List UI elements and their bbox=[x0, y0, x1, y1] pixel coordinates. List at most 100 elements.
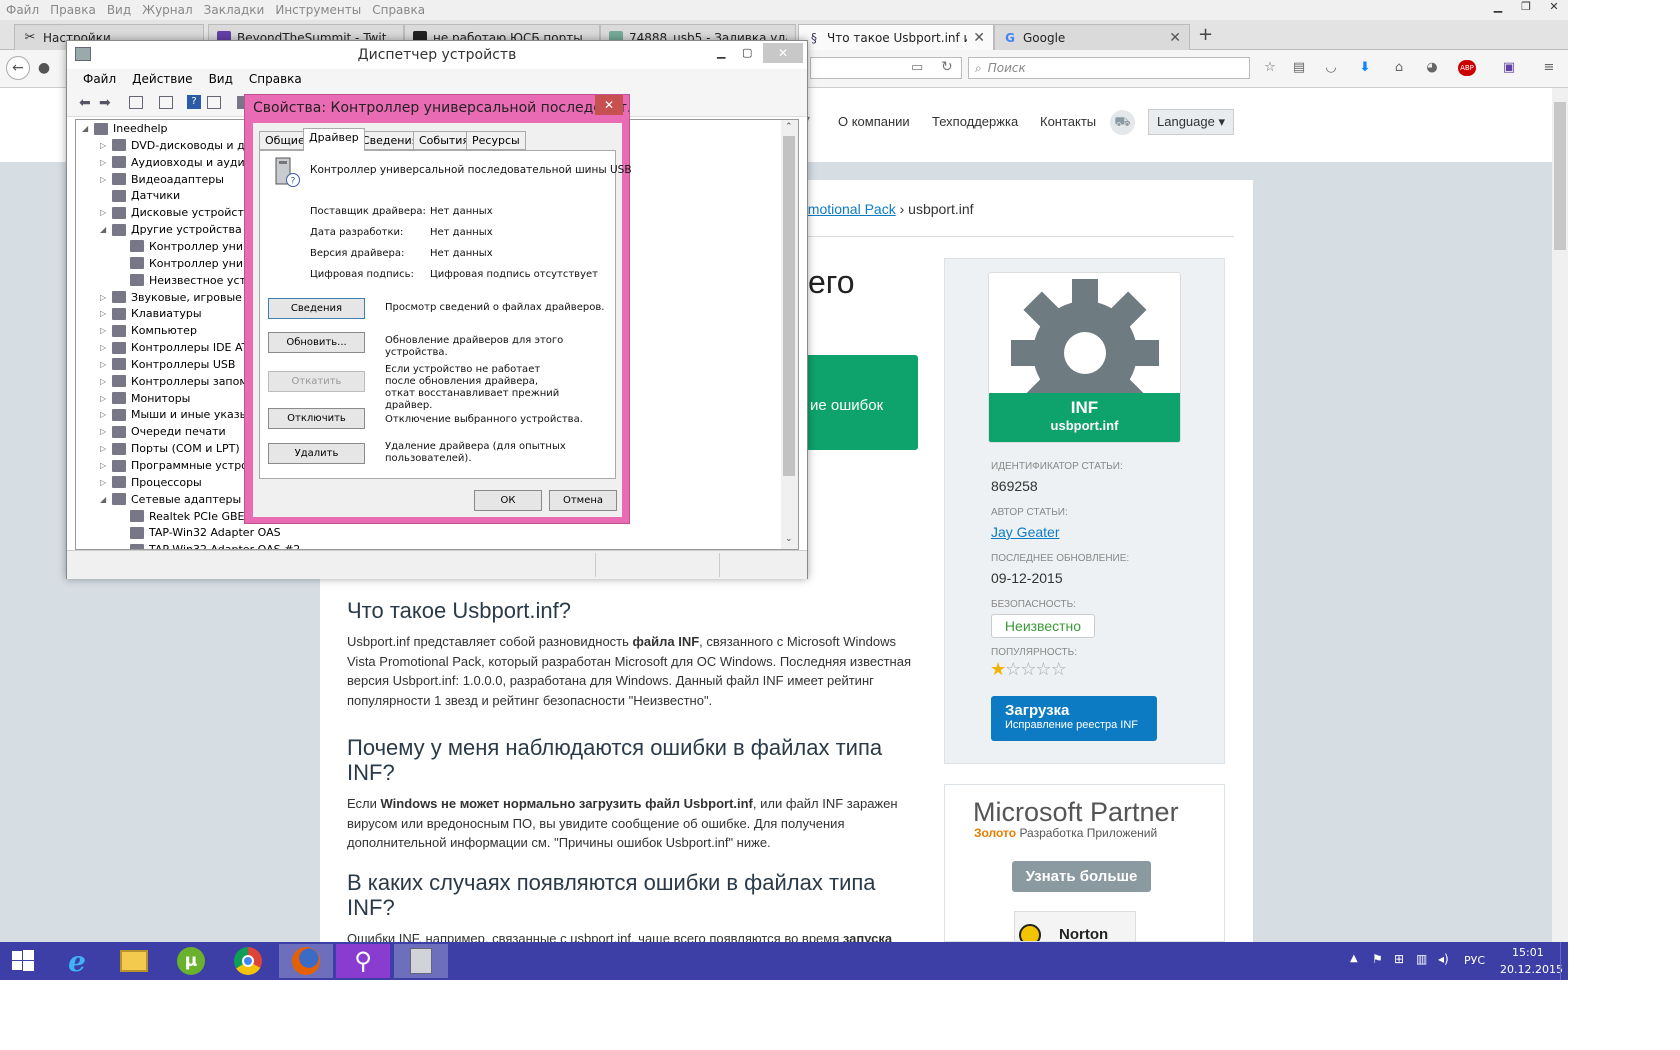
tree-node[interactable]: TAP-Win32 Adapter OAS bbox=[118, 524, 281, 541]
tree-node[interactable]: Realtek PCIe GBE F bbox=[118, 508, 254, 525]
tree-node[interactable]: Контроллер униве bbox=[118, 238, 256, 255]
tree-node[interactable]: ▷ Мыши и иные указыв bbox=[100, 406, 255, 423]
expand-arrow-icon[interactable]: ▷ bbox=[100, 343, 112, 352]
close-icon[interactable]: ✕ bbox=[595, 95, 623, 115]
tree-node[interactable]: Контроллер униве bbox=[118, 255, 256, 272]
expand-arrow-icon[interactable]: ▷ bbox=[100, 377, 112, 386]
expand-arrow-icon[interactable]: ▷ bbox=[100, 461, 112, 470]
restore-icon[interactable]: ❐ bbox=[1512, 0, 1540, 20]
pocket-icon[interactable]: ◡ bbox=[1323, 60, 1339, 76]
rollback-driver-button[interactable]: Откатить bbox=[268, 371, 365, 392]
expand-arrow-icon[interactable]: ▷ bbox=[100, 141, 112, 150]
clock-date[interactable]: 20.12.2015 bbox=[1500, 963, 1563, 976]
adblock-icon[interactable]: ABP bbox=[1458, 60, 1476, 76]
menu-view[interactable]: Вид bbox=[209, 72, 233, 86]
scrollbar-thumb[interactable] bbox=[783, 136, 795, 476]
close-icon[interactable]: ✕ bbox=[763, 43, 803, 63]
tab-resources[interactable]: Ресурсы bbox=[466, 131, 526, 150]
cancel-button[interactable]: Отмена bbox=[549, 490, 617, 511]
menu-icon[interactable]: ≡ bbox=[1541, 60, 1557, 76]
tree-node[interactable]: ▷ Дисковые устройства bbox=[100, 204, 257, 221]
tree-node[interactable]: ▷ Видеоадаптеры bbox=[100, 171, 224, 188]
windows-icon[interactable]: ⊞ bbox=[1394, 952, 1404, 966]
ok-button[interactable]: ОК bbox=[474, 490, 542, 511]
expand-arrow-icon[interactable]: ▷ bbox=[100, 175, 112, 184]
tree-node[interactable]: ▷ DVD-дисководы и дис bbox=[100, 137, 258, 154]
device-manager-app[interactable] bbox=[394, 944, 448, 978]
tree-node[interactable]: ▷ Компьютер bbox=[100, 322, 197, 339]
scroll-up-icon[interactable]: ⌃ bbox=[785, 122, 793, 132]
menu-bookmarks[interactable]: Закладки bbox=[204, 3, 265, 17]
breadcrumb-link[interactable]: omotional Pack bbox=[800, 201, 896, 217]
download-icon[interactable]: ⬇ bbox=[1357, 60, 1373, 76]
author-link[interactable]: Jay Geater bbox=[991, 524, 1059, 540]
language-button[interactable]: Language ▾ bbox=[1148, 109, 1234, 135]
tree-node[interactable]: TAP-Win32 Adapter OAS #2 bbox=[118, 541, 300, 549]
url-input[interactable]: ▭ ↻ bbox=[810, 57, 962, 79]
back-icon[interactable]: ⬅ bbox=[79, 95, 91, 111]
library-icon[interactable]: ▤ bbox=[1291, 60, 1307, 76]
new-tab-button[interactable]: + bbox=[1198, 24, 1213, 45]
expand-arrow-icon[interactable]: ▷ bbox=[100, 478, 112, 487]
show-hidden-icon[interactable]: ▲ bbox=[1350, 953, 1358, 964]
scan-icon[interactable] bbox=[207, 96, 221, 109]
tree-node[interactable]: ▷ Контроллеры запоми bbox=[100, 373, 255, 390]
maximize-icon[interactable]: ▢ bbox=[742, 39, 752, 67]
nav-about[interactable]: О компании bbox=[838, 114, 910, 129]
nav-contacts[interactable]: Контакты bbox=[1040, 114, 1096, 129]
expand-arrow-icon[interactable]: ▷ bbox=[100, 410, 112, 419]
reload-icon[interactable]: ↻ bbox=[941, 59, 953, 75]
expand-arrow-icon[interactable]: ▷ bbox=[100, 309, 112, 318]
menu-help[interactable]: Справка bbox=[372, 3, 425, 17]
close-tab-icon[interactable]: ✕ bbox=[1169, 30, 1181, 46]
tree-node[interactable]: ◢ Ineedhelp bbox=[82, 120, 168, 137]
firefox-app[interactable] bbox=[279, 944, 333, 978]
menu-view[interactable]: Вид bbox=[107, 3, 131, 17]
tree-node[interactable]: ▷ Клавиатуры bbox=[100, 305, 202, 322]
collapse-arrow-icon[interactable]: ◢ bbox=[100, 225, 112, 234]
chat-icon[interactable]: ◕ bbox=[1424, 60, 1440, 76]
utorrent-app[interactable]: µ bbox=[164, 944, 218, 978]
tree-node[interactable]: ◢ Сетевые адаптеры bbox=[100, 491, 241, 508]
tab-usbport-inf[interactable]: § Что такое Usbport.inf и к... ✕ bbox=[798, 24, 994, 50]
menu-history[interactable]: Журнал bbox=[142, 3, 193, 17]
search-app[interactable]: ⚲ bbox=[336, 944, 390, 978]
clock-time[interactable]: 15:01 bbox=[1512, 946, 1544, 959]
reader-icon[interactable]: ▭ bbox=[911, 60, 923, 75]
tree-node[interactable]: ▷ Очереди печати bbox=[100, 423, 226, 440]
collapse-arrow-icon[interactable]: ◢ bbox=[82, 124, 94, 133]
tree-node[interactable]: ◢ Другие устройства bbox=[100, 221, 242, 238]
ie-app[interactable]: e bbox=[50, 944, 104, 978]
network-icon[interactable]: ▥ bbox=[1416, 952, 1427, 966]
menu-action[interactable]: Действие bbox=[132, 72, 192, 86]
bookmark-star-icon[interactable]: ☆ bbox=[1262, 60, 1278, 76]
disable-device-button[interactable]: Отключить bbox=[268, 408, 365, 429]
repair-banner[interactable]: ие ошибок bbox=[808, 355, 918, 450]
tree-node[interactable]: ▷ Порты (COM и LPT) bbox=[100, 440, 240, 457]
search-input[interactable]: ⌕ Поиск bbox=[968, 57, 1250, 79]
expand-arrow-icon[interactable]: ▷ bbox=[100, 158, 112, 167]
scrollbar-thumb[interactable] bbox=[1554, 102, 1566, 250]
twitch-icon[interactable]: ▣ bbox=[1501, 60, 1517, 76]
expand-arrow-icon[interactable]: ▷ bbox=[100, 360, 112, 369]
action-center-icon[interactable]: ⚑ bbox=[1372, 952, 1383, 966]
nav-support[interactable]: Техподдержка bbox=[932, 114, 1018, 129]
expand-arrow-icon[interactable]: ▷ bbox=[100, 444, 112, 453]
collapse-arrow-icon[interactable]: ◢ bbox=[100, 495, 112, 504]
expand-arrow-icon[interactable]: ▷ bbox=[100, 427, 112, 436]
menu-file[interactable]: Файл bbox=[83, 72, 116, 86]
expand-arrow-icon[interactable]: ▷ bbox=[100, 293, 112, 302]
menu-help[interactable]: Справка bbox=[249, 72, 302, 86]
volume-icon[interactable]: ◂) bbox=[1438, 952, 1449, 966]
list-icon[interactable] bbox=[159, 96, 173, 109]
home-icon[interactable]: ⌂ bbox=[1391, 60, 1407, 76]
close-tab-icon[interactable]: ✕ bbox=[973, 30, 985, 46]
minimize-icon[interactable]: ▁ bbox=[717, 39, 725, 67]
minimize-icon[interactable]: ▁ bbox=[1484, 0, 1512, 20]
tree-node[interactable]: ▷ Контроллеры USB bbox=[100, 356, 235, 373]
update-driver-button[interactable]: Обновить... bbox=[268, 332, 365, 353]
explorer-app[interactable] bbox=[107, 944, 161, 978]
tab-driver[interactable]: Драйвер bbox=[303, 128, 365, 151]
back-icon[interactable]: ← bbox=[6, 56, 30, 80]
start-button[interactable] bbox=[0, 944, 46, 978]
